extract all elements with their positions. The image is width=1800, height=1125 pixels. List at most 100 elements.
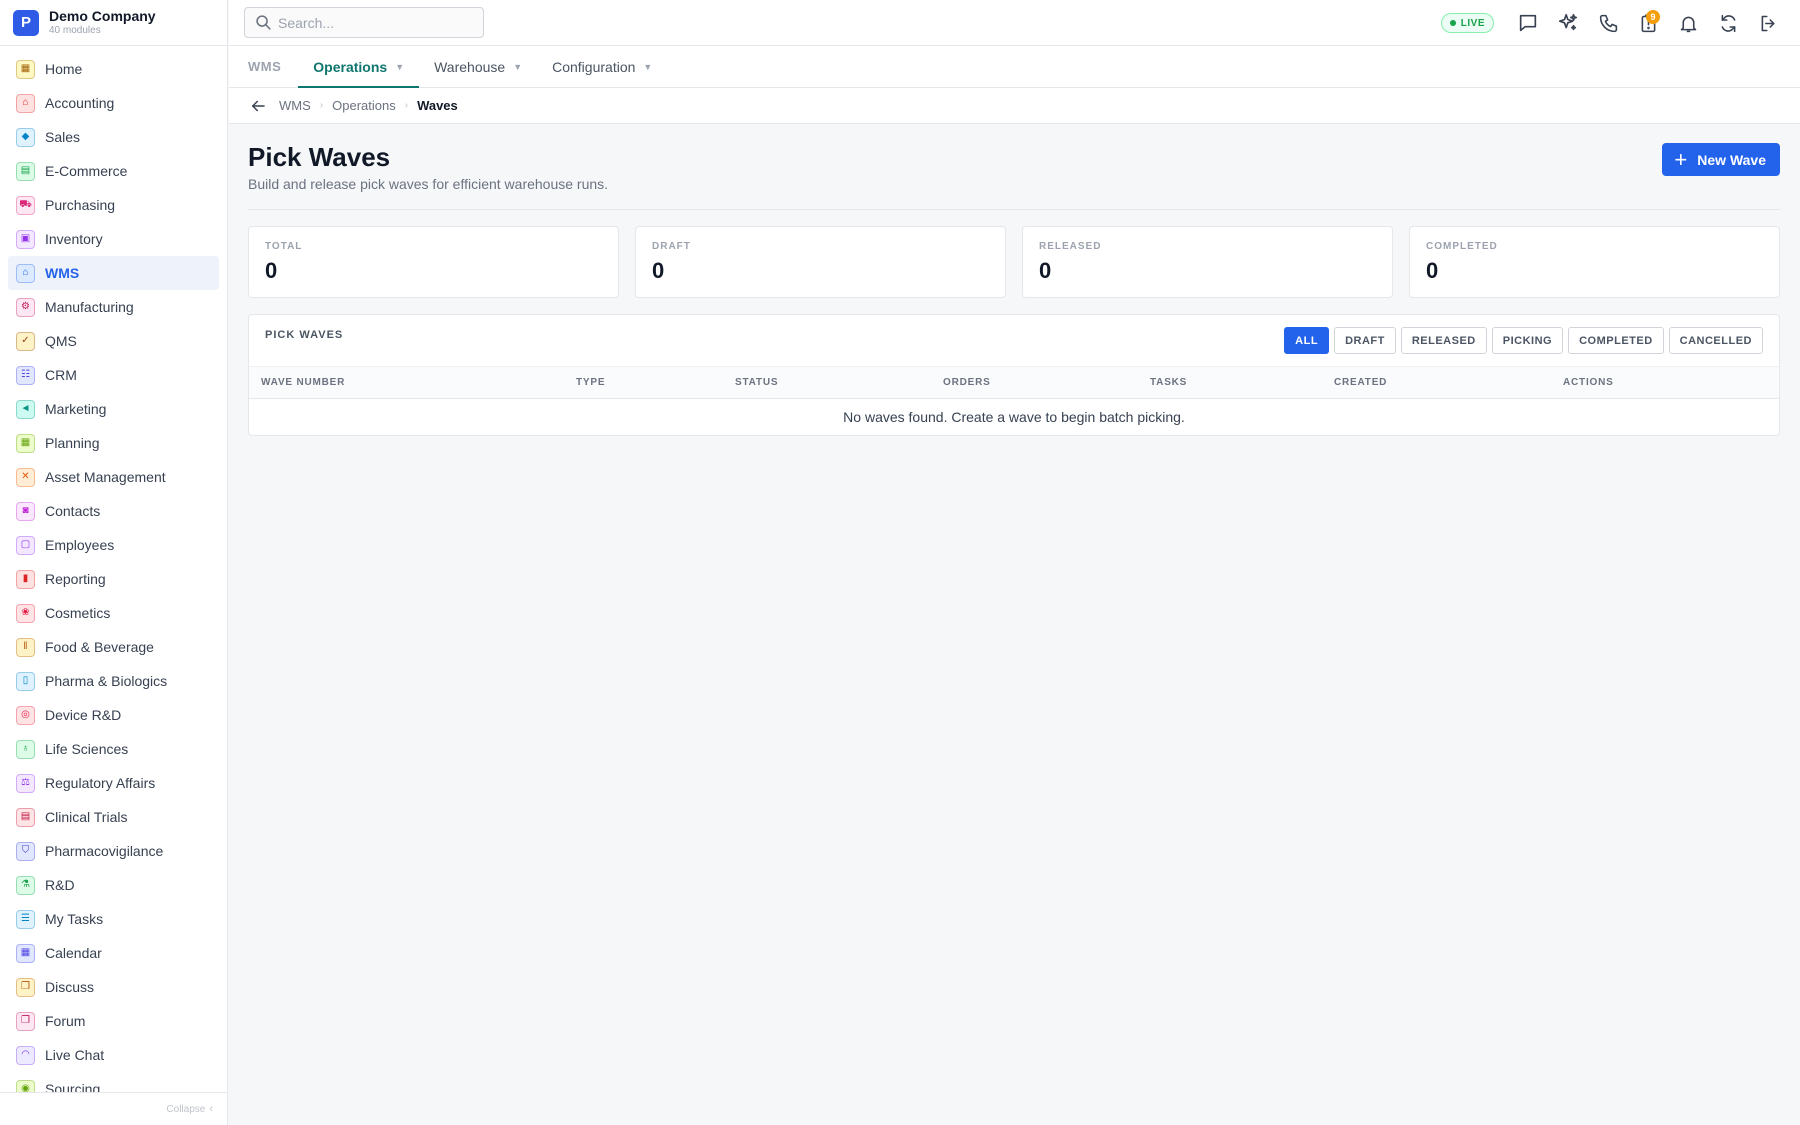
page-subtitle: Build and release pick waves for efficie…: [248, 176, 609, 192]
column-header-tasks[interactable]: TASKS: [1150, 377, 1187, 388]
breadcrumb-operations[interactable]: Operations: [332, 98, 396, 113]
chat-icon[interactable]: [1508, 3, 1548, 43]
panel-title: PICK WAVES: [265, 329, 344, 341]
collapse-label: Collapse: [166, 1103, 206, 1115]
live-status-badge: LIVE: [1440, 13, 1494, 33]
sidebar-item-sales[interactable]: ◆ Sales: [8, 120, 219, 154]
sparkles-icon[interactable]: [1548, 3, 1588, 43]
filter-all[interactable]: ALL: [1284, 327, 1330, 354]
stat-card-draft: DRAFT 0: [635, 226, 1006, 298]
sidebar-item-label: Pharmacovigilance: [45, 843, 164, 859]
sidebar-item-home[interactable]: ▦ Home: [8, 52, 219, 86]
notification-count-badge: 9: [1646, 10, 1660, 24]
microscope-icon: ♁: [16, 739, 35, 759]
sidebar-item-forum[interactable]: ❐ Forum: [8, 1004, 219, 1038]
sidebar-item-employees[interactable]: ▢ Employees: [8, 528, 219, 562]
stats-row: TOTAL 0 DRAFT 0 RELEASED 0 COMPLETED 0: [248, 226, 1780, 298]
column-header-status[interactable]: STATUS: [735, 377, 778, 388]
brand-header[interactable]: P Demo Company 40 modules: [0, 0, 227, 46]
sidebar-item-label: Device R&D: [45, 707, 122, 723]
sidebar-item-contacts[interactable]: ◙ Contacts: [8, 494, 219, 528]
sidebar-item-pharmacovigilance[interactable]: ⛉ Pharmacovigilance: [8, 834, 219, 868]
sidebar-item-r-d[interactable]: ⚗ R&D: [8, 868, 219, 902]
logout-icon[interactable]: [1748, 3, 1788, 43]
live-dot: [1449, 20, 1456, 26]
sidebar-item-label: Forum: [45, 1013, 86, 1029]
tab-operations[interactable]: Operations ▼: [298, 46, 419, 88]
sidebar-nav: ▦ Home ⌂ Accounting ◆ Sales ▤ E-Commerce ⛟ Purcha…: [8, 52, 219, 1092]
stat-label: COMPLETED: [1426, 241, 1498, 252]
sidebar-item-clinical-trials[interactable]: ▤ Clinical Trials: [8, 800, 219, 834]
search-icon: [256, 15, 271, 30]
module-tabs: WMS Operations ▼ Warehouse ▼ Configurati…: [229, 46, 1800, 88]
chevron-down-icon: ▼: [395, 61, 405, 72]
tab-configuration[interactable]: Configuration ▼: [537, 46, 667, 87]
sidebar-item-my-tasks[interactable]: ☰ My Tasks: [8, 902, 219, 936]
gavel-icon: ⚖: [16, 773, 35, 793]
bell-icon[interactable]: [1668, 3, 1708, 43]
column-header-type[interactable]: TYPE: [576, 377, 605, 388]
pill-bottle-icon: ▯: [16, 671, 35, 691]
sidebar-item-food-beverage[interactable]: ǁ Food & Beverage: [8, 630, 219, 664]
filter-cancelled[interactable]: CANCELLED: [1668, 327, 1763, 354]
sidebar-item-wms[interactable]: ⌂ WMS: [8, 256, 219, 290]
column-header-orders[interactable]: ORDERS: [943, 377, 991, 388]
column-header-created[interactable]: CREATED: [1334, 377, 1387, 388]
sidebar-item-label: Employees: [45, 537, 115, 553]
sidebar-item-label: Sourcing: [45, 1081, 101, 1092]
checklist-icon: ☰: [16, 909, 35, 929]
sidebar-item-pharma-biologics[interactable]: ▯ Pharma & Biologics: [8, 664, 219, 698]
back-arrow-icon[interactable]: [247, 95, 269, 117]
brand-text: Demo Company 40 modules: [49, 8, 156, 38]
sidebar-item-accounting[interactable]: ⌂ Accounting: [8, 86, 219, 120]
clipboard-alert-icon[interactable]: 9: [1628, 3, 1668, 43]
sidebar-item-live-chat[interactable]: ◠ Live Chat: [8, 1038, 219, 1072]
sidebar-item-inventory[interactable]: ▣ Inventory: [8, 222, 219, 256]
sidebar-item-label: Home: [45, 61, 83, 77]
collapse-button[interactable]: Collapse ‹: [0, 1092, 227, 1125]
column-header-wave-number[interactable]: WAVE NUMBER: [261, 377, 345, 388]
sidebar-item-asset-management[interactable]: ✕ Asset Management: [8, 460, 219, 494]
calendar-icon: ▦: [16, 943, 35, 963]
phone-icon[interactable]: [1588, 3, 1628, 43]
new-wave-button[interactable]: + New Wave: [1662, 143, 1780, 176]
filter-draft[interactable]: DRAFT: [1334, 327, 1396, 354]
table-header: WAVE NUMBER TYPE STATUS ORDERS TASKS CRE…: [249, 367, 1779, 399]
breadcrumb-current: Waves: [417, 98, 458, 113]
sidebar-item-regulatory-affairs[interactable]: ⚖ Regulatory Affairs: [8, 766, 219, 800]
sync-icon[interactable]: [1708, 3, 1748, 43]
breadcrumb: WMS › Operations › Waves: [229, 88, 1800, 124]
sidebar-item-manufacturing[interactable]: ⚙ Manufacturing: [8, 290, 219, 324]
sidebar-item-sourcing[interactable]: ◉ Sourcing: [8, 1072, 219, 1092]
filter-released[interactable]: RELEASED: [1400, 327, 1487, 354]
sidebar-item-label: Pharma & Biologics: [45, 673, 168, 689]
search-box[interactable]: [244, 7, 484, 38]
sidebar-item-purchasing[interactable]: ⛟ Purchasing: [8, 188, 219, 222]
sidebar-item-marketing[interactable]: ◄ Marketing: [8, 392, 219, 426]
sidebar-item-crm[interactable]: ☷ CRM: [8, 358, 219, 392]
sidebar-item-discuss[interactable]: ❐ Discuss: [8, 970, 219, 1004]
filter-picking[interactable]: PICKING: [1491, 327, 1564, 354]
flask-icon: ⚗: [16, 875, 35, 895]
stat-card-total: TOTAL 0: [248, 226, 619, 298]
breadcrumb-wms[interactable]: WMS: [279, 98, 311, 113]
filter-completed[interactable]: COMPLETED: [1568, 327, 1664, 354]
utensils-icon: ǁ: [16, 637, 35, 657]
sidebar-item-e-commerce[interactable]: ▤ E-Commerce: [8, 154, 219, 188]
stat-value: 0: [1039, 258, 1052, 283]
chevron-down-icon: ▼: [513, 61, 523, 72]
sidebar-item-cosmetics[interactable]: ❀ Cosmetics: [8, 596, 219, 630]
sidebar-item-planning[interactable]: ▦ Planning: [8, 426, 219, 460]
page-header: Pick Waves Build and release pick waves …: [248, 124, 1780, 210]
sidebar-item-label: Cosmetics: [45, 605, 111, 621]
sidebar-item-label: R&D: [45, 877, 75, 893]
sidebar-item-qms[interactable]: ✓ QMS: [8, 324, 219, 358]
sidebar-item-life-sciences[interactable]: ♁ Life Sciences: [8, 732, 219, 766]
module-name[interactable]: WMS: [248, 46, 298, 87]
sidebar-item-reporting[interactable]: ▮ Reporting: [8, 562, 219, 596]
search-input[interactable]: [278, 14, 468, 31]
sidebar-item-device-r-d[interactable]: ◎ Device R&D: [8, 698, 219, 732]
tab-warehouse[interactable]: Warehouse ▼: [419, 46, 537, 87]
company-logo: P: [13, 9, 39, 36]
sidebar-item-calendar[interactable]: ▦ Calendar: [8, 936, 219, 970]
